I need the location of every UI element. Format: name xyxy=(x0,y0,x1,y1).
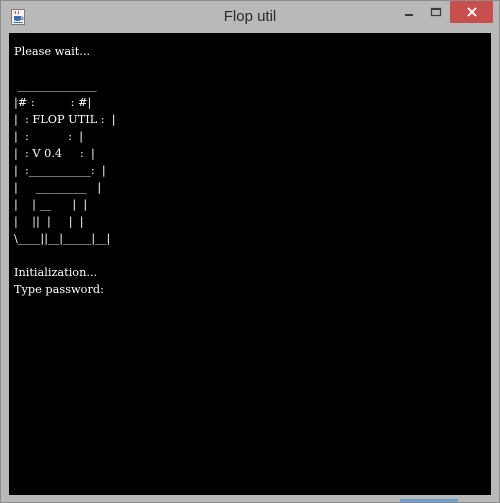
java-cup-icon[interactable] xyxy=(11,9,25,25)
close-icon xyxy=(466,3,478,22)
console-line: \____||__|_____|__| xyxy=(14,232,111,245)
console-line: | : FLOP UTIL : | xyxy=(14,113,116,126)
console-line: ______________ xyxy=(14,79,97,92)
console-line: Initialization... xyxy=(14,266,98,279)
console-area[interactable]: Please wait... ______________ |# : : #| | … xyxy=(9,33,491,495)
minimize-icon xyxy=(403,3,415,22)
console-line: | | __ | | xyxy=(14,198,88,211)
console-line: | : V 0.4 : | xyxy=(14,147,95,160)
app-window: Flop util Please wait... ______________ |… xyxy=(0,0,500,503)
console-line: | : : | xyxy=(14,130,84,143)
console-line: Type password: xyxy=(14,283,104,296)
taskbar-edge xyxy=(400,499,458,502)
console-line: | :___________: | xyxy=(14,164,106,177)
console-line: |# : : #| xyxy=(14,96,92,109)
console-line: | _________ | xyxy=(14,181,102,194)
console-line: | || | | | xyxy=(14,215,84,228)
console-line: Please wait... xyxy=(14,45,91,58)
minimize-button[interactable] xyxy=(396,1,422,23)
close-button[interactable] xyxy=(450,1,493,23)
console-output: Please wait... ______________ |# : : #| | … xyxy=(14,43,116,298)
maximize-button[interactable] xyxy=(423,1,449,23)
title-bar[interactable]: Flop util xyxy=(1,1,499,33)
maximize-icon xyxy=(430,3,442,22)
